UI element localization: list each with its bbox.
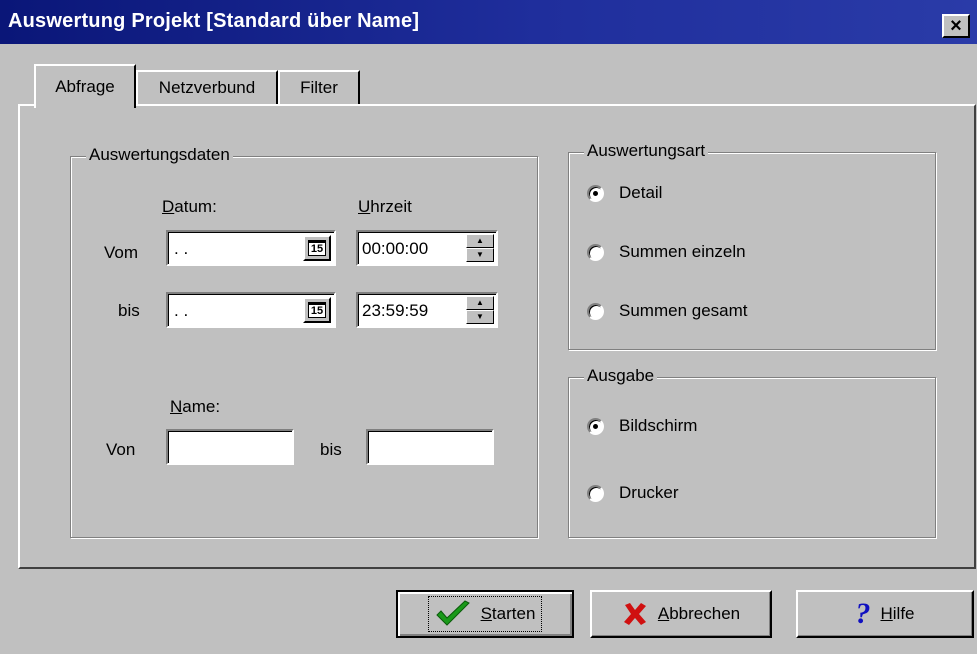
radio-detail-label[interactable]: Detail (619, 183, 662, 203)
abbrechen-label: Abbrechen (657, 604, 741, 623)
window-title: Auswertung Projekt [Standard über Name] (8, 10, 420, 32)
radio-summen-gesamt-label[interactable]: Summen gesamt (619, 301, 748, 321)
vom-datum-calendar-button[interactable]: 15 (303, 235, 331, 261)
starten-button[interactable]: Starten (396, 590, 574, 638)
starten-label: Starten (480, 604, 536, 623)
bis-label: bis (118, 301, 140, 320)
tab-filter-label: Filter (300, 78, 338, 97)
calendar-icon: 15 (308, 302, 326, 318)
group-auswertungsdaten-legend: Auswertungsdaten (86, 145, 233, 165)
focus-rect: Starten (427, 596, 543, 632)
calendar-icon: 15 (308, 240, 326, 256)
bis-uhrzeit-field[interactable]: 23:59:59 ▲ ▼ (356, 292, 498, 328)
radio-drucker[interactable] (587, 485, 604, 502)
bis-uhrzeit-spinner[interactable]: ▲ ▼ (466, 296, 494, 324)
name-header: Name: (170, 397, 221, 416)
close-button[interactable]: × (942, 14, 970, 38)
vom-datum-field[interactable]: . . 15 (166, 230, 336, 266)
vom-datum-value: . . (174, 239, 189, 258)
bis-datum-value: . . (174, 301, 189, 320)
close-icon: × (950, 15, 962, 37)
radio-bildschirm-label[interactable]: Bildschirm (619, 416, 697, 436)
cancel-x-icon (623, 603, 646, 625)
uhrzeit-header-rest: hrzeit (370, 197, 412, 216)
tab-netzverbund-label: Netzverbund (158, 78, 256, 97)
name-von-label: Von (106, 440, 136, 459)
bis-uhrzeit-value: 23:59:59 (362, 301, 429, 320)
group-ausgabe (568, 377, 936, 538)
radio-drucker-label[interactable]: Drucker (619, 483, 679, 503)
tab-abfrage-label: Abfrage (55, 77, 115, 96)
title-bar[interactable]: Auswertung Projekt [Standard über Name] … (0, 0, 977, 44)
radio-detail[interactable] (587, 185, 604, 202)
radio-summen-gesamt[interactable] (587, 303, 604, 320)
vom-uhrzeit-field[interactable]: 00:00:00 ▲ ▼ (356, 230, 498, 266)
vom-uhrzeit-value: 00:00:00 (362, 239, 429, 258)
spin-up-icon[interactable]: ▲ (466, 296, 494, 310)
radio-summen-einzeln-label[interactable]: Summen einzeln (619, 242, 746, 262)
tab-filter[interactable]: Filter (278, 70, 360, 104)
abbrechen-button[interactable]: Abbrechen (590, 590, 772, 638)
group-auswertungsdaten (70, 156, 538, 538)
radio-selected-dot (593, 424, 598, 429)
name-bis-label: bis (320, 440, 342, 459)
group-ausgabe-legend: Ausgabe (584, 366, 658, 386)
radio-bildschirm[interactable] (587, 418, 604, 435)
tab-abfrage[interactable]: Abfrage (34, 64, 136, 108)
tab-netzverbund[interactable]: Netzverbund (136, 70, 278, 104)
name-von-input[interactable] (166, 429, 294, 465)
bis-datum-calendar-button[interactable]: 15 (303, 297, 331, 323)
vom-label: Vom (104, 243, 139, 262)
group-auswertungsart-legend: Auswertungsart (584, 141, 709, 161)
radio-summen-einzeln[interactable] (587, 244, 604, 261)
name-bis-input[interactable] (366, 429, 494, 465)
help-icon: ? (855, 597, 871, 630)
datum-header: Datum: (162, 197, 217, 216)
bis-datum-field[interactable]: . . 15 (166, 292, 336, 328)
spin-down-icon[interactable]: ▼ (466, 310, 494, 324)
vom-uhrzeit-spinner[interactable]: ▲ ▼ (466, 234, 494, 262)
datum-header-rest: atum: (174, 197, 217, 216)
spin-up-icon[interactable]: ▲ (466, 234, 494, 248)
hilfe-button[interactable]: ? Hilfe (796, 590, 974, 638)
name-header-rest: ame: (182, 397, 221, 416)
spin-down-icon[interactable]: ▼ (466, 248, 494, 262)
hilfe-label: Hilfe (880, 604, 915, 623)
check-icon (435, 600, 470, 626)
uhrzeit-header: Uhrzeit (358, 197, 412, 216)
radio-selected-dot (593, 191, 598, 196)
